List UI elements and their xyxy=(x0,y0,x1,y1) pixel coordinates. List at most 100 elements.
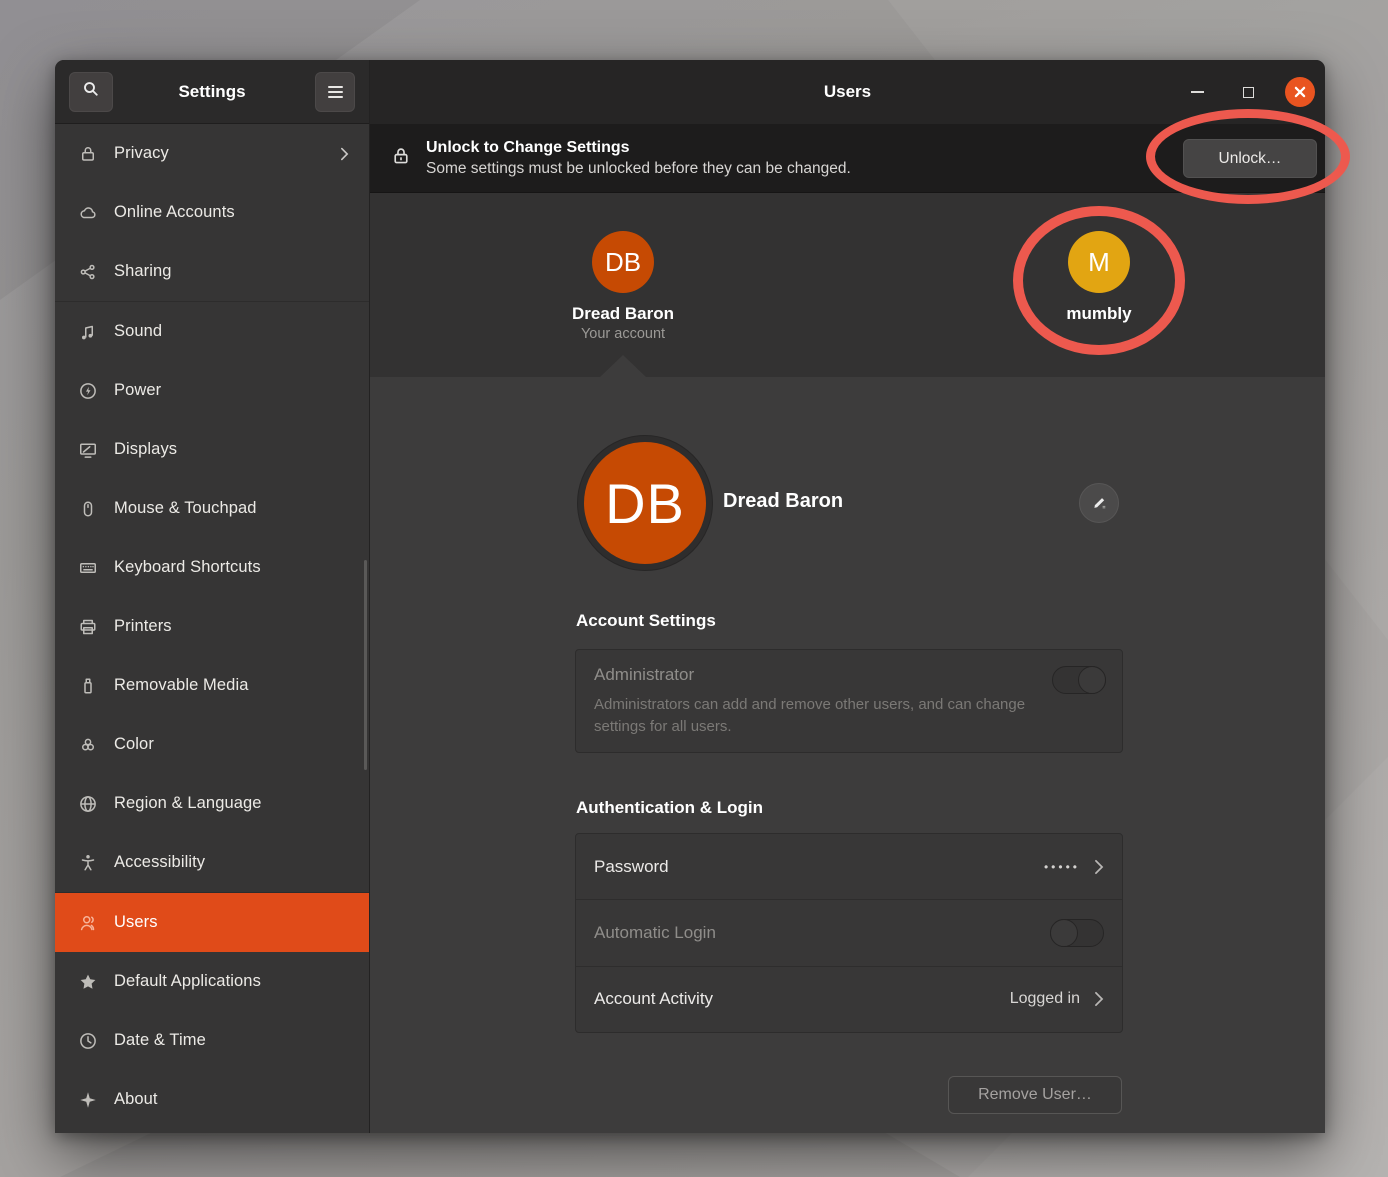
color-circles-icon xyxy=(77,735,99,755)
toggle-knob xyxy=(1078,666,1106,694)
close-button[interactable] xyxy=(1283,60,1317,124)
settings-sidebar: Settings Privacy xyxy=(55,60,370,1133)
profile-avatar: DB xyxy=(584,442,706,564)
user-detail-panel: DB Dread Baron Account Settings Administ… xyxy=(370,377,1325,1133)
sidebar-item-power[interactable]: Power xyxy=(55,361,369,420)
sidebar-item-region-language[interactable]: Region & Language xyxy=(55,774,369,833)
sidebar-item-label: Removable Media xyxy=(114,676,349,695)
user-name: Dread Baron xyxy=(548,304,698,324)
close-icon xyxy=(1285,77,1315,107)
account-activity-value: Logged in xyxy=(1010,990,1080,1008)
toggle-knob xyxy=(1050,919,1078,947)
user-carousel: DB Dread Baron Your account M mumbly xyxy=(370,193,1325,377)
user-name: mumbly xyxy=(1024,304,1174,324)
search-button[interactable] xyxy=(69,72,113,112)
remove-user-button[interactable]: Remove User… xyxy=(948,1076,1122,1114)
mouse-icon xyxy=(77,499,99,519)
sidebar-item-online-accounts[interactable]: Online Accounts xyxy=(55,183,369,242)
sidebar-item-users[interactable]: Users xyxy=(55,893,369,952)
flash-drive-icon xyxy=(77,676,99,696)
sidebar-item-label: Region & Language xyxy=(114,794,349,813)
titlebar: Users xyxy=(370,60,1325,124)
sidebar-item-printers[interactable]: Printers xyxy=(55,597,369,656)
sidebar-list: Privacy Online Accounts Sharing xyxy=(55,124,369,1133)
sidebar-item-label: Accessibility xyxy=(114,853,349,872)
sidebar-item-color[interactable]: Color xyxy=(55,715,369,774)
avatar-initials: M xyxy=(1088,247,1110,278)
maximize-button[interactable] xyxy=(1234,60,1262,124)
avatar-initials: DB xyxy=(605,471,685,536)
sidebar-item-mouse-touchpad[interactable]: Mouse & Touchpad xyxy=(55,479,369,538)
sidebar-item-label: Sharing xyxy=(114,262,349,281)
users-icon xyxy=(77,913,99,933)
administrator-panel: Administrator Administrators can add and… xyxy=(575,649,1123,753)
sidebar-item-default-applications[interactable]: Default Applications xyxy=(55,952,369,1011)
sidebar-item-label: Mouse & Touchpad xyxy=(114,499,349,518)
administrator-toggle[interactable] xyxy=(1052,666,1106,694)
account-activity-label: Account Activity xyxy=(594,989,1010,1009)
sidebar-item-label: Keyboard Shortcuts xyxy=(114,558,349,577)
sidebar-item-accessibility[interactable]: Accessibility xyxy=(55,833,369,892)
administrator-description: Administrators can add and remove other … xyxy=(594,694,1066,738)
lock-icon xyxy=(390,145,412,172)
sidebar-item-keyboard-shortcuts[interactable]: Keyboard Shortcuts xyxy=(55,538,369,597)
lock-icon xyxy=(77,144,99,164)
avatar-initials: DB xyxy=(605,247,641,278)
user-chip-mumbly[interactable]: M mumbly xyxy=(1024,231,1174,324)
sidebar-item-removable-media[interactable]: Removable Media xyxy=(55,656,369,715)
sidebar-scrollbar[interactable] xyxy=(364,560,367,770)
hamburger-menu-icon xyxy=(328,86,343,98)
banner-subtitle: Some settings must be unlocked before th… xyxy=(426,158,851,179)
page-title: Users xyxy=(370,82,1325,102)
printer-icon xyxy=(77,617,99,637)
sidebar-item-label: Default Applications xyxy=(114,972,349,991)
sidebar-item-displays[interactable]: Displays xyxy=(55,420,369,479)
automatic-login-toggle[interactable] xyxy=(1050,919,1104,947)
maximize-icon xyxy=(1243,87,1254,98)
account-activity-row[interactable]: Account Activity Logged in xyxy=(576,966,1122,1032)
menu-button[interactable] xyxy=(315,72,355,112)
administrator-label: Administrator xyxy=(594,665,1104,685)
music-note-icon xyxy=(77,322,99,342)
banner-texts: Unlock to Change Settings Some settings … xyxy=(426,137,851,179)
authentication-login-heading: Authentication & Login xyxy=(576,798,763,818)
minimize-button[interactable] xyxy=(1183,60,1211,124)
sidebar-item-label: Date & Time xyxy=(114,1031,349,1050)
unlock-banner: Unlock to Change Settings Some settings … xyxy=(370,124,1325,193)
users-panel: Users Unlock to Change Settings Some set… xyxy=(370,60,1325,1133)
sidebar-item-label: Color xyxy=(114,735,349,754)
automatic-login-label: Automatic Login xyxy=(594,923,1050,943)
display-icon xyxy=(77,440,99,460)
cloud-icon xyxy=(77,203,99,223)
share-icon xyxy=(77,262,99,282)
sidebar-item-label: Sound xyxy=(114,322,349,341)
your-account-label: Your account xyxy=(548,326,698,342)
unlock-button[interactable]: Unlock… xyxy=(1183,139,1317,178)
sidebar-item-date-time[interactable]: Date & Time xyxy=(55,1011,369,1070)
avatar-dread-baron: DB xyxy=(592,231,654,293)
user-chip-dread-baron[interactable]: DB Dread Baron Your account xyxy=(548,231,698,342)
password-label: Password xyxy=(594,857,1044,877)
keyboard-icon xyxy=(77,558,99,578)
search-icon xyxy=(81,79,101,104)
chevron-right-icon xyxy=(1094,859,1104,875)
pencil-icon xyxy=(1090,492,1108,515)
power-icon xyxy=(77,381,99,401)
password-row[interactable]: Password ••••• xyxy=(576,834,1122,899)
sidebar-header: Settings xyxy=(55,60,369,124)
sidebar-item-label: Displays xyxy=(114,440,349,459)
selected-user-notch xyxy=(600,355,646,377)
chevron-right-icon xyxy=(1094,991,1104,1007)
sidebar-item-privacy[interactable]: Privacy xyxy=(55,124,369,183)
sidebar-item-label: Privacy xyxy=(114,144,340,163)
sidebar-item-about[interactable]: About xyxy=(55,1070,369,1129)
automatic-login-row[interactable]: Automatic Login xyxy=(576,899,1122,965)
authentication-panel: Password ••••• Automatic Login Account A… xyxy=(575,833,1123,1033)
sidebar-item-sound[interactable]: Sound xyxy=(55,302,369,361)
profile-avatar-button[interactable]: DB xyxy=(577,435,713,571)
avatar-mumbly: M xyxy=(1068,231,1130,293)
minimize-icon xyxy=(1191,91,1204,93)
edit-name-button[interactable] xyxy=(1079,483,1119,523)
settings-window: Settings Privacy xyxy=(55,60,1325,1133)
sidebar-item-sharing[interactable]: Sharing xyxy=(55,242,369,301)
